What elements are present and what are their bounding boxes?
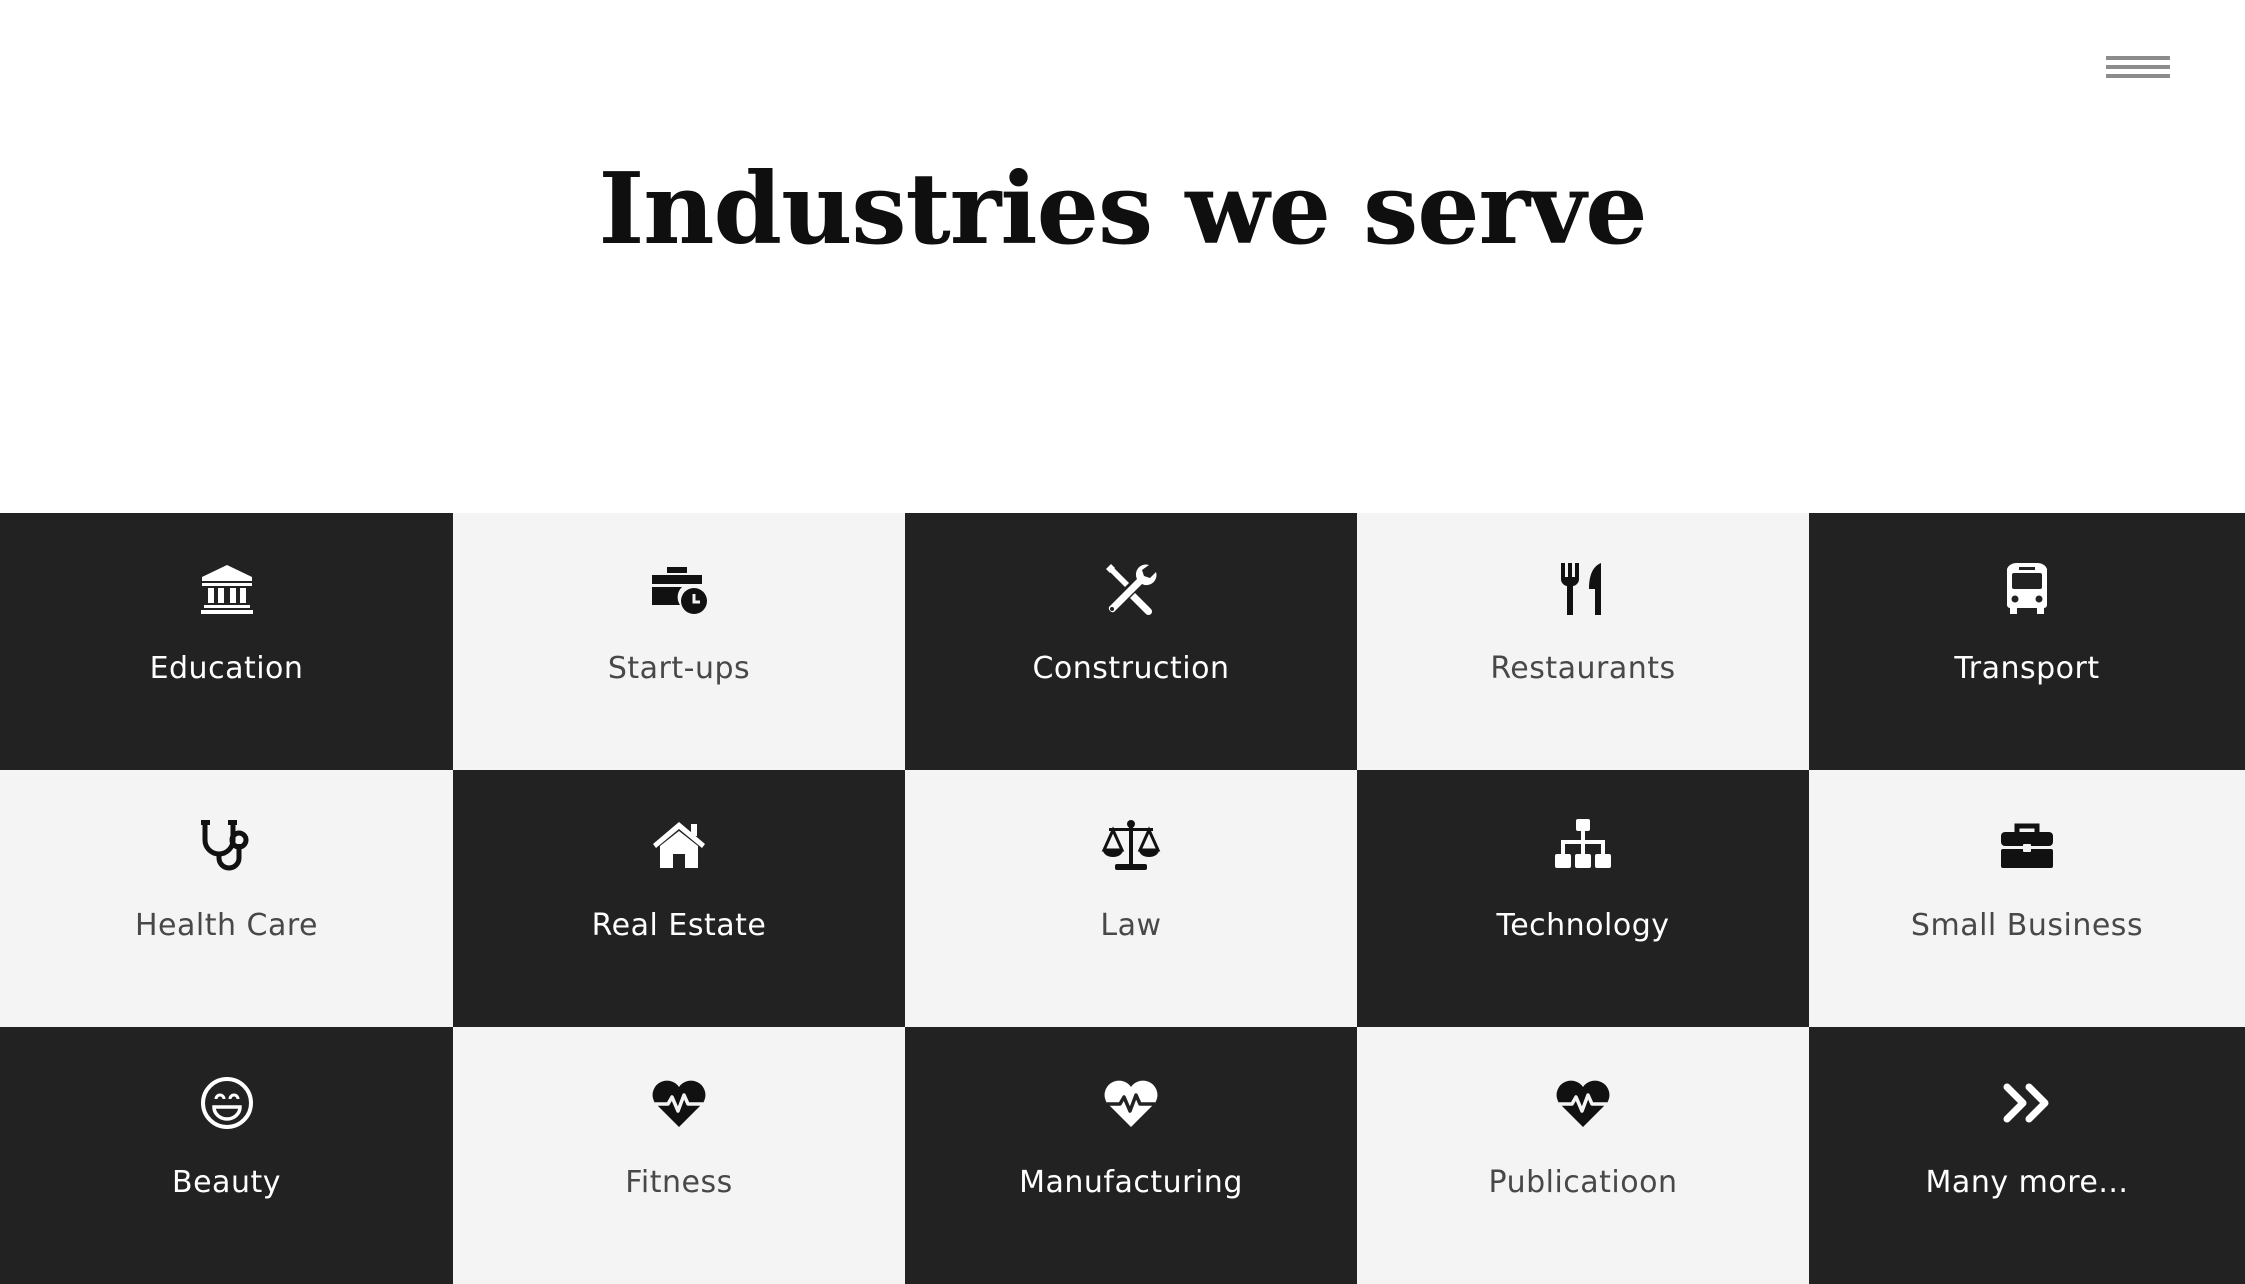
- industry-tile-real-estate[interactable]: Real Estate: [453, 770, 905, 1027]
- industry-tile-beauty[interactable]: Beauty: [0, 1027, 453, 1284]
- angle-double-right-icon: [1997, 1073, 2057, 1133]
- balance-scale-icon: [1101, 816, 1161, 876]
- stethoscope-icon: [197, 816, 257, 876]
- heartbeat-icon: [1553, 1073, 1613, 1133]
- industry-label: Transport: [1954, 651, 2100, 686]
- industry-label: Education: [149, 651, 304, 686]
- industry-tile-many-more[interactable]: Many more...: [1809, 1027, 2245, 1284]
- industry-label: Manufacturing: [1019, 1165, 1243, 1200]
- industry-tile-education[interactable]: Education: [0, 513, 453, 770]
- industry-tile-technology[interactable]: Technology: [1357, 770, 1809, 1027]
- smile-icon: [197, 1073, 257, 1133]
- menu-bar: [2106, 65, 2170, 69]
- university-icon: [197, 559, 257, 619]
- utensils-icon: [1553, 559, 1613, 619]
- industry-tile-construction[interactable]: Construction: [905, 513, 1357, 770]
- business-time-icon: [649, 559, 709, 619]
- heartbeat-icon: [649, 1073, 709, 1133]
- industry-label: Technology: [1496, 908, 1670, 943]
- industry-label: Construction: [1032, 651, 1230, 686]
- industry-tile-restaurants[interactable]: Restaurants: [1357, 513, 1809, 770]
- industry-label: Small Business: [1910, 908, 2144, 943]
- industry-tile-start-ups[interactable]: Start-ups: [453, 513, 905, 770]
- home-icon: [649, 816, 709, 876]
- industry-label: Start-ups: [607, 651, 751, 686]
- industry-label: Beauty: [172, 1165, 281, 1200]
- industry-label: Fitness: [625, 1165, 733, 1200]
- industry-label: Real Estate: [591, 908, 767, 943]
- industry-tile-publicatioon[interactable]: Publicatioon: [1357, 1027, 1809, 1284]
- industry-label: Restaurants: [1490, 651, 1676, 686]
- heartbeat-icon: [1101, 1073, 1161, 1133]
- industry-tile-law[interactable]: Law: [905, 770, 1357, 1027]
- menu-bar: [2106, 74, 2170, 78]
- sitemap-icon: [1553, 816, 1613, 876]
- briefcase-icon: [1997, 816, 2057, 876]
- industry-tile-small-business[interactable]: Small Business: [1809, 770, 2245, 1027]
- industry-label: Publicatioon: [1488, 1165, 1678, 1200]
- industry-label: Health Care: [134, 908, 318, 943]
- tools-icon: [1101, 559, 1161, 619]
- industry-tile-fitness[interactable]: Fitness: [453, 1027, 905, 1284]
- industries-grid: Education Start-ups Construction Restaurant…: [0, 513, 2245, 1284]
- industry-label: Law: [1100, 908, 1162, 943]
- menu-bar: [2106, 56, 2170, 60]
- menu-button[interactable]: [2100, 52, 2170, 92]
- bus-icon: [1997, 559, 2057, 619]
- page-title: Industries we serve: [598, 152, 1647, 267]
- industry-label: Many more...: [1925, 1165, 2129, 1200]
- industry-tile-health-care[interactable]: Health Care: [0, 770, 453, 1027]
- industry-tile-transport[interactable]: Transport: [1809, 513, 2245, 770]
- industry-tile-manufacturing[interactable]: Manufacturing: [905, 1027, 1357, 1284]
